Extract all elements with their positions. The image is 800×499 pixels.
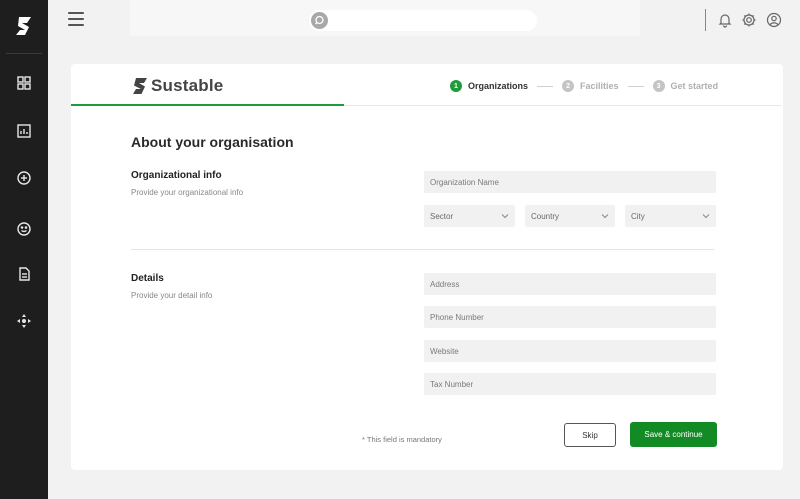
chart-icon: [17, 124, 31, 138]
country-select-label: Country: [531, 211, 560, 221]
step-label: Organizations: [468, 81, 529, 91]
sidebar-item-dashboard[interactable]: [15, 74, 33, 92]
country-select[interactable]: Country: [525, 205, 615, 227]
address-field[interactable]: [424, 273, 716, 295]
city-select-label: City: [631, 211, 645, 221]
website-field[interactable]: [424, 340, 716, 362]
chevron-down-icon: [702, 214, 710, 219]
sustable-logo-icon: [133, 78, 147, 94]
brand-name: Sustable: [151, 76, 224, 95]
section-divider: [131, 249, 714, 250]
bell-icon[interactable]: [717, 12, 733, 28]
step-label: Get started: [670, 81, 719, 91]
section-title-organizational: Organizational info: [131, 170, 222, 181]
stepper: 1 Organizations 2 Facilities 3 Get start…: [450, 79, 718, 93]
gear-icon[interactable]: [741, 12, 757, 28]
organization-name-field[interactable]: [424, 171, 716, 193]
step-label: Facilities: [580, 81, 619, 91]
progress-bar: [71, 104, 344, 106]
step-connector: [537, 85, 554, 87]
step-number: 1: [450, 80, 462, 92]
tax-number-field[interactable]: [424, 373, 716, 395]
grid-icon: [17, 76, 31, 90]
step-organizations[interactable]: 1 Organizations: [450, 80, 528, 92]
sector-select-label: Sector: [430, 211, 454, 221]
section-subtitle-details: Provide your detail info: [131, 291, 213, 300]
step-number: 3: [652, 80, 665, 92]
sector-select[interactable]: Sector: [424, 205, 515, 227]
search-bar[interactable]: [309, 10, 537, 31]
section-subtitle-organizational: Provide your organizational info: [131, 188, 244, 197]
city-select[interactable]: City: [625, 205, 716, 227]
sidebar-item-emissions[interactable]: [15, 220, 33, 238]
sidebar-item-navigate[interactable]: [15, 312, 33, 330]
move-icon: [17, 314, 31, 328]
sidebar-item-add[interactable]: [15, 169, 33, 187]
mandatory-note: * This field is mandatory: [362, 435, 442, 444]
chevron-down-icon: [501, 214, 509, 219]
chevron-down-icon: [601, 214, 609, 219]
save-continue-button[interactable]: Save & continue: [630, 422, 717, 447]
brand: Sustable: [132, 76, 223, 96]
section-title-details: Details: [131, 273, 164, 284]
sidebar-item-reports[interactable]: [15, 122, 33, 140]
step-connector: [627, 85, 644, 87]
step-facilities[interactable]: 2 Facilities: [562, 80, 619, 92]
search-icon[interactable]: [311, 12, 328, 29]
hamburger-icon[interactable]: [68, 12, 84, 26]
page-title: About your organisation: [131, 134, 294, 150]
step-get-started[interactable]: 3 Get started: [652, 80, 719, 92]
smile-icon: [17, 222, 31, 236]
sidebar: [0, 0, 48, 499]
sidebar-item-documents[interactable]: [15, 265, 33, 283]
plus-circle-icon: [17, 171, 31, 185]
skip-button[interactable]: Skip: [564, 423, 616, 447]
sustable-logo-icon[interactable]: [13, 15, 35, 37]
search-input[interactable]: [333, 12, 529, 29]
topbar: [48, 0, 800, 40]
document-icon: [19, 267, 30, 281]
sidebar-divider: [6, 53, 42, 54]
step-number: 2: [562, 80, 575, 92]
onboarding-card: Sustable 1 Organizations 2 Facilities 3 …: [71, 64, 783, 470]
user-icon[interactable]: [766, 12, 782, 28]
topbar-divider: [705, 9, 706, 31]
phone-number-field[interactable]: [424, 306, 716, 328]
